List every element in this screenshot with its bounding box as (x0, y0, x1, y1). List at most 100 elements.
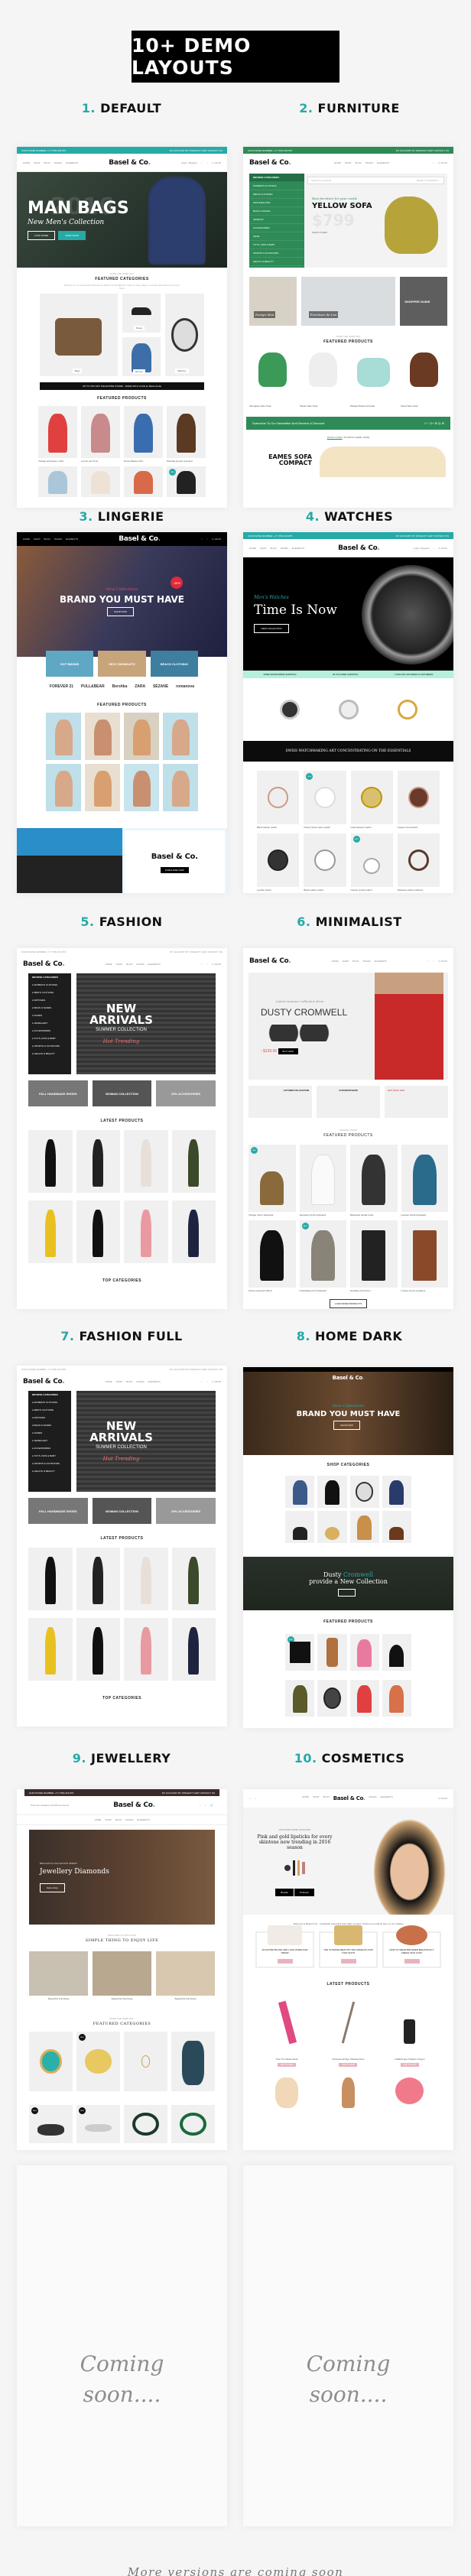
product-card[interactable] (171, 1548, 216, 1610)
tab-plastic-chair[interactable]: PLASTIC CHAIR (344, 436, 362, 439)
category-banner[interactable]: BEACH CLOTHING (150, 651, 198, 677)
product-card[interactable] (317, 1680, 347, 1717)
category-tile[interactable]: Women (122, 337, 161, 376)
sidebar-item[interactable]: JEWELRY (249, 216, 304, 224)
product-card[interactable]: Professional Eye Shadow Duos ADD TO CART (320, 1995, 376, 2069)
demo-card-furniture[interactable]: OUR PHONE NUMBER: +77 (756) 334 876 MY AC… (243, 147, 453, 508)
sidebar-item[interactable]: ● ACCESSORIES (28, 1027, 71, 1035)
product-card[interactable] (285, 1680, 315, 1717)
product-card[interactable] (320, 2074, 376, 2112)
category-tile[interactable] (349, 1476, 379, 1508)
sidebar-item[interactable]: ● WATCHES (28, 1414, 71, 1421)
buy-now-button[interactable]: BUY NOW (278, 1048, 298, 1054)
product-card[interactable] (28, 1130, 73, 1193)
sidebar-item[interactable]: ● SPORTS & OUTDOORS (28, 1042, 71, 1050)
sidebar-item[interactable]: ● WATCHES (28, 996, 71, 1004)
sidebar-item[interactable]: ● WOMEN'S CLOTHING (28, 1398, 71, 1406)
product-card[interactable]: Gloves selected ribbed (248, 1220, 296, 1292)
product-card[interactable]: Excelling hood linen (350, 1220, 398, 1292)
product-card[interactable] (124, 713, 159, 760)
product-card[interactable]: Leisure sports sneakers (401, 1220, 448, 1292)
product-card[interactable] (38, 466, 77, 497)
product-card[interactable] (163, 713, 198, 760)
category-tile[interactable] (349, 1511, 379, 1543)
category-banner[interactable]: WOMAN COLLECTION (92, 1080, 152, 1106)
shop-now-button[interactable]: SHOP NOW (107, 606, 134, 616)
product-card[interactable]: Plastic Side Chair (300, 349, 346, 408)
product-card[interactable]: Wood Side Chair (401, 349, 447, 408)
open-shop-button[interactable]: Open shop (40, 1883, 65, 1892)
product-card[interactable]: Molded Plastic Armchair (350, 349, 397, 408)
category-banner[interactable]: HOT SALE 30% (385, 1086, 448, 1118)
hero-slider[interactable]: Latest summer collection from DUSTY CROM… (248, 973, 448, 1080)
sidebar-item[interactable]: WATCHES RAW (249, 199, 304, 207)
shop-other-button[interactable]: SHOP OTHER (312, 231, 372, 234)
demo-card-default[interactable]: OUR PHONE NUMBER: +77 (756) 334 876 MY AC… (17, 147, 227, 508)
product-card[interactable] (124, 466, 163, 497)
newsletter-bar[interactable]: Subscribe To Our Newsletter And Receive … (246, 417, 450, 430)
sidebar-item[interactable]: ● MEN'S CLOTHING (28, 1406, 71, 1414)
product-card[interactable]: Infallible Eye Shadow Crayon ADD TO CART (382, 1995, 438, 2069)
demo-card-cosmetics[interactable]: ⌕ ♡ HOME SHOP BLOG Basel & Co. PAGES ELEMENTS … (243, 1789, 453, 2150)
category-banner[interactable]: AUTUMN COLLECTION (248, 1086, 312, 1118)
add-to-cart-button[interactable]: ADD TO CART (339, 2063, 358, 2067)
product-card[interactable]: SALE Gracefelleg print backpack (299, 1220, 346, 1292)
product-card[interactable]: SALE (76, 2032, 120, 2091)
product-card[interactable]: Backpack double strap (350, 1145, 398, 1217)
category-banner[interactable]: FALL HANDMADE SHOES (28, 1080, 88, 1106)
product-card[interactable]: SALE Classy Swiss Nylon watch (304, 771, 346, 829)
category-banner[interactable]: SEXY SWIMSUITS (98, 651, 146, 677)
demo-card-minimalist[interactable]: Basel & Co. HOME SHOP BLOG PAGES ELEMENTS ⌕ ♡… (243, 948, 453, 1309)
product-card[interactable] (382, 2074, 438, 2112)
product-card[interactable] (76, 1618, 120, 1681)
sidebar-item[interactable]: MEN'S CLOTHING (249, 190, 304, 199)
sidebar-item[interactable]: ● HEALTH & BEAUTY (28, 1467, 71, 1475)
product-card[interactable]: SALE Classic pocket watch (350, 833, 393, 892)
hero-slider[interactable]: BRILLIANTS COLLECTION SPRINT Jewellery D… (29, 1830, 215, 1925)
collection-item[interactable]: Beautiful Earrings (156, 1951, 215, 2000)
look-more-button[interactable]: LOOK MORE (28, 230, 56, 240)
category-tile[interactable] (285, 1511, 315, 1543)
product-card[interactable] (258, 2074, 315, 2112)
product-card[interactable] (124, 1130, 168, 1193)
category-tile[interactable]: Bags (40, 294, 118, 376)
sidebar-item[interactable]: ● ACCESSORIES (28, 1444, 71, 1452)
sidebar-item[interactable]: SPORTS & OUTDOORS (249, 249, 304, 258)
hero-slider[interactable]: 2016 MAN BAGS New Men's Collection LOOK … (17, 172, 227, 268)
product-card[interactable] (85, 713, 120, 760)
sidebar-item[interactable]: TOYS, KIDS & BABY (249, 241, 304, 249)
banner-tile[interactable]: Furniture de Lux (300, 277, 396, 326)
category-banner[interactable]: 20% ACCESSORIES (156, 1498, 216, 1524)
category-tile[interactable] (382, 1476, 411, 1508)
product-card[interactable] (171, 1618, 216, 1681)
product-card[interactable] (349, 1634, 379, 1671)
demo-card-home-dark[interactable]: Basel & Co. New Collections BRAND YOU MU… (243, 1367, 453, 1728)
product-card[interactable]: SALE (167, 466, 206, 497)
product-card[interactable]: Copper wood watch (397, 771, 440, 829)
demo-card-fashion-full[interactable]: OUR PHONE NUMBER: +77 (756) 334 876 MY AC… (17, 1366, 227, 1727)
product-card[interactable] (124, 2032, 167, 2091)
product-card[interactable]: Vintage and jersey t-shirt (38, 406, 77, 463)
product-card[interactable] (28, 1548, 73, 1610)
banner-tile[interactable]: Design Idea (249, 277, 297, 326)
tab-sofa[interactable]: SOFA (363, 436, 369, 439)
category-banner[interactable]: WOMAN COLLECTION (92, 1498, 152, 1524)
purchase-button[interactable]: PURCHASE NOW (160, 866, 189, 873)
product-card[interactable]: SALE (29, 2105, 73, 2143)
category-tile[interactable]: Watches (165, 294, 204, 376)
sidebar-item[interactable]: ● MEN'S CLOTHING (28, 989, 71, 996)
product-card[interactable] (28, 1200, 73, 1263)
product-card[interactable]: NEW (285, 1634, 315, 1671)
category-tile[interactable] (382, 1511, 411, 1543)
demo-card-fashion[interactable]: OUR PHONE NUMBER: +77 (756) 334 876 MY AC… (17, 948, 227, 1309)
hero-slider[interactable]: Men's Watches Time Is Now VIEW COLLECTIO… (243, 557, 453, 671)
product-card[interactable] (171, 2105, 215, 2143)
hero-slider[interactable]: DISCOVER MORE SKINCARE Pink and gold lip… (243, 1808, 453, 1915)
product-card[interactable] (124, 1618, 168, 1681)
product-card[interactable] (382, 1634, 411, 1671)
sidebar-item[interactable]: ACCESSORIES (249, 224, 304, 232)
product-card[interactable] (349, 1680, 379, 1717)
product-card[interactable] (317, 1634, 347, 1671)
sidebar-item[interactable]: ● BAGS & SHOES (28, 1004, 71, 1012)
brands-button[interactable]: Brands (275, 1889, 294, 1896)
